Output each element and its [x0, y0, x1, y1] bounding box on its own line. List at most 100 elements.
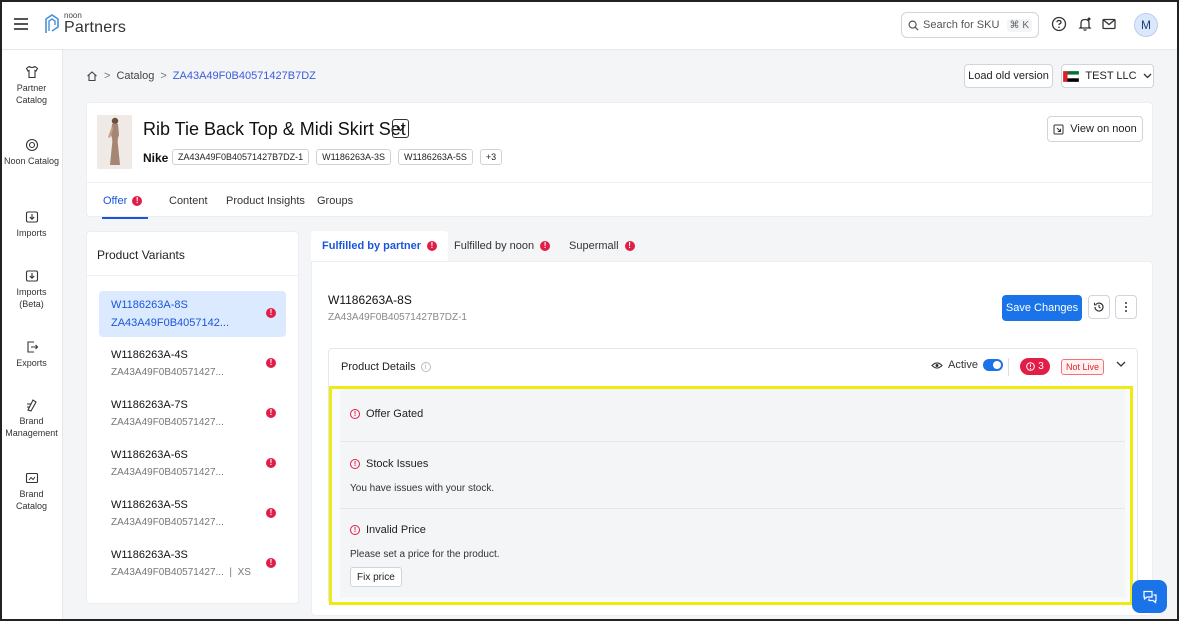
variant-id: ZA43A49F0B40571427...: [111, 367, 224, 378]
error-indicator-icon: !: [624, 241, 635, 251]
product-variants-panel: Product Variants W1186263A-8S ZA43A49F0B…: [86, 231, 299, 604]
offer-id: ZA43A49F0B40571427B7DZ-1: [328, 312, 467, 323]
issue-item: ! Offer Gated: [340, 389, 1125, 441]
breadcrumb-catalog[interactable]: Catalog: [116, 70, 154, 82]
product-details-header[interactable]: Product Details i: [341, 361, 431, 373]
menu-icon[interactable]: [14, 16, 28, 30]
sidebar: Partner Catalog Noon Catalog Imports Imp…: [0, 50, 63, 621]
error-icon: [1026, 362, 1036, 371]
logo[interactable]: noon Partners: [44, 12, 126, 36]
error-count-badge[interactable]: 3: [1020, 358, 1050, 375]
tab-fulfilled-by-partner[interactable]: Fulfilled by partner !: [311, 231, 449, 261]
mail-icon[interactable]: [1101, 16, 1117, 32]
variant-sku: W1186263A-5S: [111, 499, 188, 511]
view-on-noon-button[interactable]: View on noon: [1047, 116, 1143, 142]
more-options-button[interactable]: [1115, 295, 1137, 319]
notification-bell-icon[interactable]: [1077, 16, 1093, 32]
error-indicator-icon: !: [266, 458, 276, 468]
issue-title-text: Stock Issues: [366, 458, 429, 470]
chevron-down-icon: [1143, 73, 1152, 79]
tab-label: Fulfilled by partner: [322, 240, 422, 252]
product-details-title: Product Details: [341, 361, 416, 373]
save-changes-button[interactable]: Save Changes: [1002, 295, 1082, 321]
sidebar-item-label: Noon Catalog: [3, 156, 60, 166]
sidebar-item-brand-catalog[interactable]: Brand Catalog: [0, 471, 63, 512]
divider: [87, 275, 298, 276]
tab-fulfilled-by-noon[interactable]: Fulfilled by noon !: [443, 231, 561, 261]
sidebar-item-exports[interactable]: Exports: [0, 340, 63, 369]
variant-item[interactable]: W1186263A-7S ZA43A49F0B40571427... !: [99, 391, 286, 437]
active-label: Active: [948, 359, 978, 371]
active-toggle[interactable]: [982, 359, 1003, 371]
chat-support-button[interactable]: [1132, 580, 1167, 613]
variant-item[interactable]: W1186263A-8S ZA43A49F0B4057142... !: [99, 291, 286, 337]
tab-groups[interactable]: Groups: [317, 195, 353, 207]
issue-title: ! Stock Issues: [350, 458, 428, 470]
product-header-card: Rib Tie Back Top & Midi Skirt Set Nike Z…: [86, 102, 1153, 219]
search-input[interactable]: Search for SKU ... ⌘ K: [901, 12, 1039, 38]
view-on-noon-label: View on noon: [1070, 123, 1137, 135]
import-beta-icon: [25, 270, 38, 282]
variant-item[interactable]: W1186263A-6S ZA43A49F0B40571427... !: [99, 441, 286, 487]
eye-icon: [931, 361, 943, 369]
tab-offer[interactable]: Offer !: [103, 195, 143, 207]
tab-label: Offer: [103, 195, 128, 207]
variant-item[interactable]: W1186263A-3S ZA43A49F0B40571427... | XS …: [99, 541, 286, 587]
sidebar-item-imports[interactable]: Imports: [0, 210, 63, 239]
top-bar: noon Partners Search for SKU ... ⌘ K M: [0, 0, 1179, 50]
breadcrumb-separator: >: [160, 70, 167, 82]
user-avatar[interactable]: M: [1134, 13, 1158, 37]
error-indicator-icon: !: [266, 408, 276, 418]
chevron-down-icon[interactable]: [1116, 361, 1126, 368]
issues-list: ! Offer Gated ! Stock Issues You have is…: [329, 386, 1133, 605]
product-id-chip[interactable]: ZA43A49F0B40571427B7DZ-1: [172, 149, 310, 165]
store-name: TEST LLC: [1085, 70, 1137, 82]
shirt-icon: [25, 65, 38, 79]
more-chips[interactable]: +3: [479, 149, 503, 165]
fix-price-button[interactable]: Fix price: [350, 567, 402, 587]
status-badge: Not Live: [1061, 359, 1105, 375]
more-vertical-icon: [1125, 302, 1127, 312]
logo-big-text: Partners: [64, 19, 127, 36]
tab-supermall[interactable]: Supermall !: [558, 231, 646, 261]
active-tab-indicator: [102, 217, 148, 219]
chat-icon: [1142, 590, 1157, 604]
store-selector[interactable]: TEST LLC: [1061, 64, 1154, 88]
tab-content[interactable]: Content: [169, 195, 208, 207]
sku-chip[interactable]: W1186263A-5S: [397, 149, 473, 165]
catalog-icon: [25, 138, 38, 152]
tab-product-insights[interactable]: Product Insights: [226, 195, 305, 207]
variant-item[interactable]: W1186263A-5S ZA43A49F0B40571427... !: [99, 491, 286, 537]
divider: [1008, 358, 1009, 376]
variant-sku: W1186263A-8S: [111, 299, 188, 311]
sidebar-item-brand-management[interactable]: Brand Management: [0, 398, 63, 439]
load-old-version-button[interactable]: Load old version: [964, 64, 1053, 88]
variant-id: ZA43A49F0B4057142...: [111, 317, 230, 329]
variant-id: ZA43A49F0B40571427...: [111, 417, 224, 428]
sidebar-item-noon-catalog[interactable]: Noon Catalog: [0, 138, 63, 167]
sidebar-item-label: Imports: [16, 228, 47, 238]
title-dropdown-button[interactable]: [392, 119, 409, 138]
breadcrumb-current[interactable]: ZA43A49F0B40571427B7DZ: [173, 70, 316, 82]
info-icon: i: [420, 362, 431, 372]
issue-title-text: Offer Gated: [366, 408, 424, 420]
product-thumbnail: [97, 115, 132, 169]
offer-sku: W1186263A-8S: [328, 293, 412, 307]
issue-item: ! Invalid Price Please set a price for t…: [340, 509, 1125, 597]
sidebar-item-imports-beta[interactable]: Imports (Beta): [0, 269, 63, 310]
error-indicator-icon: !: [540, 241, 551, 251]
sidebar-item-partner-catalog[interactable]: Partner Catalog: [0, 65, 63, 106]
variant-item[interactable]: W1186263A-4S ZA43A49F0B40571427... !: [99, 341, 286, 387]
history-icon: [1093, 302, 1104, 312]
warning-icon: !: [350, 525, 360, 535]
sku-chip[interactable]: W1186263A-3S: [316, 149, 391, 165]
history-button[interactable]: [1088, 295, 1110, 319]
help-icon[interactable]: [1051, 16, 1067, 32]
issue-title: ! Offer Gated: [350, 408, 423, 420]
chevron-down-icon: [396, 126, 405, 131]
sidebar-item-label: Exports: [16, 358, 47, 368]
export-icon: [26, 341, 38, 353]
home-icon[interactable]: [86, 70, 98, 82]
brand-catalog-icon: [25, 472, 38, 484]
variant-sku: W1186263A-7S: [111, 399, 188, 411]
